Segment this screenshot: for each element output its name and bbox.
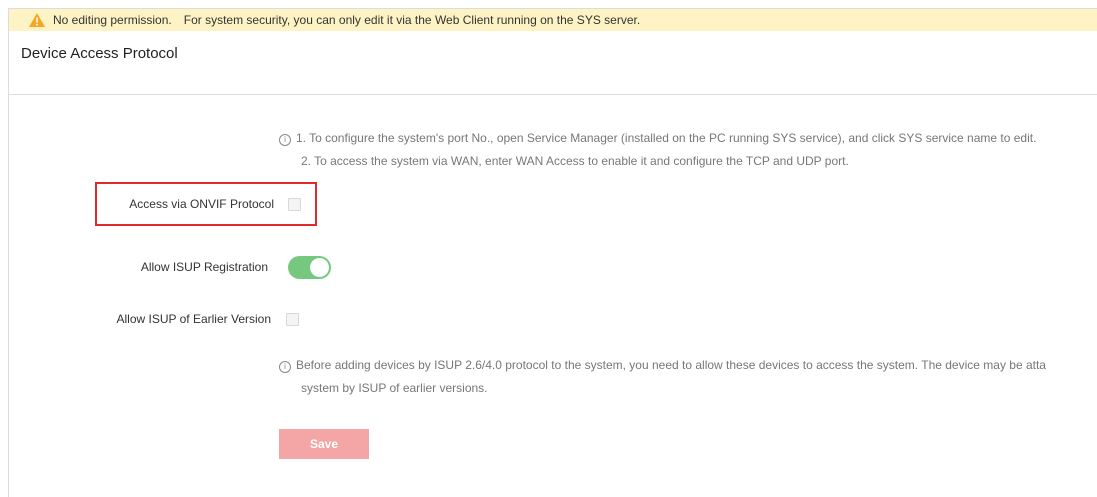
isup-earlier-version-row: Allow ISUP of Earlier Version [9,309,299,329]
onvif-access-label: Access via ONVIF Protocol [129,197,274,211]
info-icon: i [279,361,291,373]
warning-triangle-icon [29,13,45,27]
device-access-protocol-page: No editing permission. For system securi… [8,8,1097,497]
isup-registration-label: Allow ISUP Registration [140,260,268,274]
isup-info-line-1: Before adding devices by ISUP 2.6/4.0 pr… [296,358,1046,372]
info-icon: i [279,134,291,146]
onvif-access-checkbox[interactable] [288,197,301,211]
isup-info-line-2: system by ISUP of earlier versions. [301,381,488,395]
permission-warning-bar: No editing permission. For system securi… [9,9,1097,31]
warning-message: For system security, you can only edit i… [183,13,641,27]
info-line-1: 1. To configure the system's port No., o… [296,131,1037,145]
info-line-2: 2. To access the system via WAN, enter W… [301,154,849,168]
onvif-access-row: Access via ONVIF Protocol [95,182,317,226]
isup-registration-row: Allow ISUP Registration [9,255,331,279]
isup-info: i Before adding devices by ISUP 2.6/4.0 p… [279,354,1046,400]
page-title: Device Access Protocol [21,45,178,62]
toggle-knob [310,257,329,277]
save-button[interactable]: Save [279,429,369,459]
isup-registration-toggle[interactable] [288,255,331,279]
page-header: Device Access Protocol [9,31,1097,95]
isup-earlier-version-checkbox[interactable] [286,312,299,326]
warning-title: No editing permission. [53,13,172,27]
isup-earlier-version-label: Allow ISUP of Earlier Version [116,312,271,326]
port-config-info: i 1. To configure the system's port No., … [279,127,1036,173]
